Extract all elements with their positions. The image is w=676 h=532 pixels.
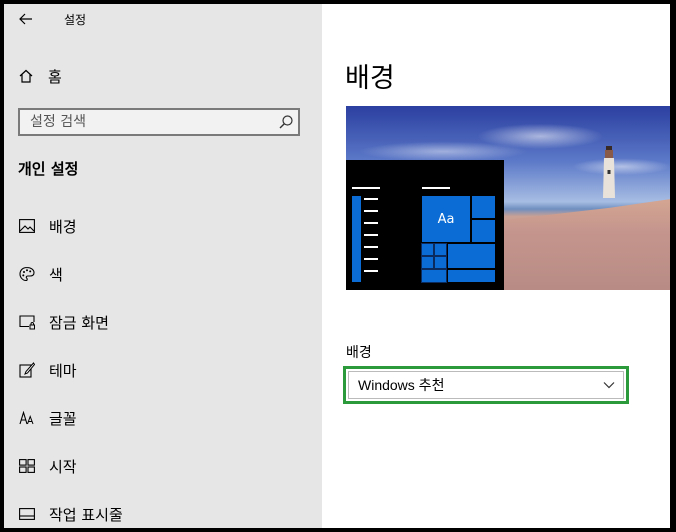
back-arrow-icon bbox=[19, 13, 32, 25]
sidebar-item-color[interactable]: 색 bbox=[4, 250, 322, 298]
search-box[interactable] bbox=[18, 108, 300, 136]
mock-tile-wide bbox=[448, 244, 495, 268]
start-menu-mockup: Aa bbox=[346, 160, 504, 290]
sidebar-item-background[interactable]: 배경 bbox=[4, 202, 322, 250]
title-bar: 설정 bbox=[4, 4, 322, 34]
search-input[interactable] bbox=[20, 110, 270, 134]
mock-side-bar bbox=[352, 196, 361, 282]
mock-tile bbox=[434, 243, 447, 256]
mock-tile bbox=[421, 256, 434, 269]
sidebar-item-label: 색 bbox=[49, 265, 63, 284]
start-tiles-icon bbox=[18, 457, 36, 475]
lighthouse-image bbox=[603, 146, 615, 198]
settings-window: 설정 홈 개인 설정 배경 bbox=[4, 4, 670, 528]
font-icon bbox=[18, 409, 36, 427]
sidebar-item-lock-screen[interactable]: 잠금 화면 bbox=[4, 298, 322, 346]
mock-line bbox=[364, 270, 378, 272]
sidebar-item-label: 글꼴 bbox=[49, 409, 77, 428]
mock-tile bbox=[472, 220, 495, 242]
palette-icon bbox=[18, 265, 36, 283]
sidebar-nav: 배경 색 잠금 화면 테마 글꼴 시작 작업 표시줄 bbox=[4, 202, 322, 528]
section-title: 개인 설정 bbox=[18, 160, 79, 178]
mock-line bbox=[364, 234, 378, 236]
sidebar-item-start[interactable]: 시작 bbox=[4, 442, 322, 490]
sidebar-item-label: 시작 bbox=[49, 457, 77, 476]
page-title: 배경 bbox=[345, 63, 395, 94]
background-type-dropdown[interactable]: Windows 추천 bbox=[348, 371, 624, 399]
mock-tile bbox=[421, 243, 434, 256]
mock-tile-large: Aa bbox=[422, 196, 470, 242]
sidebar-item-label: 잠금 화면 bbox=[49, 313, 109, 332]
mock-line bbox=[364, 210, 378, 212]
sidebar: 설정 홈 개인 설정 배경 bbox=[4, 4, 322, 528]
mock-tile-wide bbox=[448, 270, 495, 282]
dropdown-value: Windows 추천 bbox=[358, 377, 445, 393]
mock-tile bbox=[421, 269, 447, 283]
mock-line bbox=[364, 198, 378, 200]
sidebar-item-taskbar[interactable]: 작업 표시줄 bbox=[4, 490, 322, 528]
theme-brush-icon bbox=[18, 361, 36, 379]
sidebar-item-theme[interactable]: 테마 bbox=[4, 346, 322, 394]
background-label: 배경 bbox=[346, 345, 372, 361]
back-button[interactable] bbox=[14, 8, 38, 30]
search-icon[interactable] bbox=[278, 114, 294, 130]
home-icon bbox=[19, 69, 33, 83]
main-content: 배경 Aa 배경 Windows 추천 bbox=[322, 4, 670, 528]
app-title: 설정 bbox=[64, 13, 87, 27]
mock-line bbox=[364, 222, 378, 224]
mock-line bbox=[364, 246, 378, 248]
dropdown-highlight: Windows 추천 bbox=[343, 366, 629, 404]
mock-tile bbox=[434, 256, 447, 269]
mock-line bbox=[364, 258, 378, 260]
home-label: 홈 bbox=[48, 67, 62, 86]
mock-tile bbox=[472, 196, 495, 218]
sidebar-item-label: 테마 bbox=[49, 361, 77, 380]
mock-line bbox=[352, 187, 380, 189]
taskbar-icon bbox=[18, 505, 36, 523]
picture-icon bbox=[18, 217, 36, 235]
mock-line bbox=[422, 187, 450, 189]
lock-screen-icon bbox=[18, 313, 36, 331]
sidebar-item-fonts[interactable]: 글꼴 bbox=[4, 394, 322, 442]
sidebar-item-label: 작업 표시줄 bbox=[49, 505, 123, 524]
background-preview: Aa bbox=[346, 106, 670, 290]
chevron-down-icon bbox=[603, 382, 615, 389]
sidebar-item-home[interactable]: 홈 bbox=[18, 62, 62, 90]
sidebar-item-label: 배경 bbox=[49, 217, 77, 236]
tile-text: Aa bbox=[437, 211, 455, 227]
